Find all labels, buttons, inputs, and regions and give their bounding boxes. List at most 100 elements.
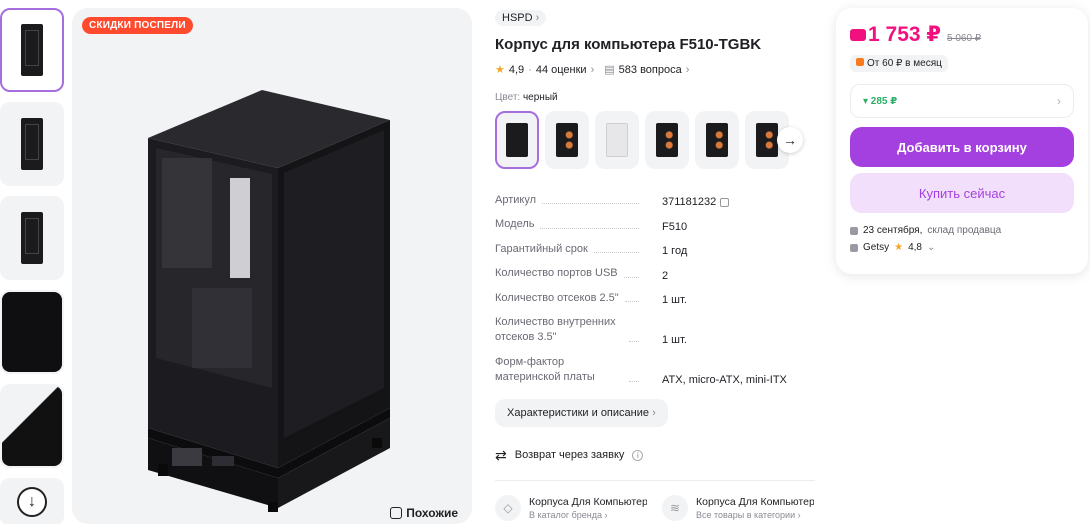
delivery-source: склад продавца [927, 225, 1002, 236]
case-thumb-image [21, 212, 43, 264]
spec-row: Гарантийный срок 1 год [495, 242, 815, 257]
category-link[interactable]: ≋ Корпуса Для Компьютеров Все товары в к… [662, 494, 815, 521]
spec-key: Артикул [495, 194, 537, 206]
installment-icon [856, 58, 864, 66]
category-sub: Все товары в категории › [696, 509, 801, 520]
spec-row: Количество внутренних отсеков 3.5" 1 шт. [495, 315, 815, 346]
add-to-cart-button[interactable]: Добавить в корзину [850, 127, 1074, 167]
sale-badge: СКИДКИ ПОСПЕЛИ [82, 17, 193, 34]
fan-case-icon [756, 123, 778, 157]
return-info: ⇄ Возврат через заявку i [495, 447, 815, 464]
fan-case-icon [706, 123, 728, 157]
category-title: Корпуса Для Компьютеров [529, 495, 647, 508]
return-text: Возврат через заявку [514, 449, 625, 462]
chevron-down-icon: ⌄ [927, 242, 936, 253]
info-icon[interactable]: i [632, 449, 644, 461]
tag-icon: ◇ [495, 494, 521, 521]
spec-key: Модель [495, 218, 535, 231]
layers-icon: ≋ [662, 494, 688, 521]
rating-row: ★ 4,9 · 44 оценки › ▤ 583 вопроса › [495, 63, 690, 77]
brand-catalog-link[interactable]: ◇ Корпуса Для Компьютеров В каталог брен… [495, 494, 648, 521]
price-row: 1 753 ₽ 5 060 ₽ [850, 22, 1074, 47]
buy-now-button[interactable]: Купить сейчас [850, 173, 1074, 213]
divider [495, 479, 815, 481]
color-label: Цвет: черный [495, 92, 815, 103]
spec-value: 1 шт. [662, 333, 687, 346]
return-arrows-icon: ⇄ [495, 446, 507, 463]
spec-value: 371181232 [662, 196, 717, 209]
similar-button[interactable]: Похожие [390, 506, 458, 520]
color-swatch[interactable] [595, 111, 639, 169]
old-price: 5 060 ₽ [947, 33, 982, 44]
delivery-info: 23 сентября, склад продавца [850, 225, 1074, 236]
thumbnail[interactable] [0, 290, 64, 374]
product-info: HSPD › Корпус для компьютера F510-TGBK ★… [495, 8, 815, 521]
arrow-right-icon[interactable]: → [777, 127, 803, 153]
spec-key: Количество портов USB [495, 267, 618, 280]
fan-case-icon [656, 123, 678, 157]
copy-icon[interactable] [720, 197, 730, 207]
reviews-link[interactable]: 44 оценки [536, 64, 587, 76]
delivery-icon [850, 226, 858, 235]
rating-value: 4,9 [508, 63, 525, 76]
thumbnails-scroll-down-button[interactable]: ↓ [0, 478, 64, 524]
delivery-date: 23 сентября, [863, 225, 923, 236]
brand-chip[interactable]: HSPD › [495, 10, 547, 26]
thumbnail[interactable] [0, 384, 64, 468]
bonus-value: ▾ 285 ₽ [863, 95, 898, 107]
spec-value: 2 [662, 269, 669, 282]
chevron-right-icon: › [1057, 94, 1061, 108]
spec-row: Количество портов USB 2 [495, 266, 815, 281]
white-case-icon [606, 123, 628, 157]
case-thumb-image [21, 118, 43, 170]
category-links: ◇ Корпуса Для Компьютеров В каталог брен… [495, 494, 815, 521]
bonus-row[interactable]: ▾ 285 ₽ › [850, 84, 1074, 118]
color-swatch[interactable] [695, 111, 739, 169]
spec-value: 1 шт. [662, 293, 687, 306]
spec-row: Артикул 371181232 [495, 193, 815, 208]
price: 1 753 ₽ [850, 22, 941, 47]
questions-link[interactable]: 583 вопроса [619, 64, 682, 76]
category-sub: В каталог бренда › [529, 509, 608, 520]
installment-text: От 60 ₽ в месяц [867, 58, 942, 69]
color-swatch[interactable] [545, 111, 589, 169]
case-corner-thumb-image [2, 386, 62, 466]
thumbnail[interactable] [0, 102, 64, 186]
shop-icon [850, 243, 858, 252]
spec-row: Форм-фактор материнской платы ATX, micro-… [495, 355, 815, 386]
product-title: Корпус для компьютера F510-TGBK [495, 36, 762, 53]
wallet-icon [850, 29, 866, 41]
product-main-image[interactable]: СКИДКИ ПОСПЕЛИ Похожие [72, 8, 472, 524]
arrow-down-icon: ↓ [17, 487, 47, 517]
similar-icon [390, 507, 403, 519]
category-title: Корпуса Для Компьютеров [696, 495, 814, 508]
specs-list: Артикул 371181232 Модель F510 Гарантийный … [495, 193, 815, 386]
star-icon: ★ [894, 242, 904, 253]
fan-case-icon [556, 123, 578, 157]
installment-chip[interactable]: От 60 ₽ в месяц [850, 55, 948, 72]
characteristics-button[interactable]: Характеристики и описание › [495, 398, 668, 427]
spec-value: ATX, micro-ATX, mini-ITX [662, 373, 787, 386]
spec-key: Форм-фактор материнской платы [495, 355, 595, 384]
color-swatch[interactable] [645, 111, 689, 169]
star-icon: ★ [495, 64, 505, 76]
brand-name: HSPD [502, 12, 533, 24]
price-value: 1 753 ₽ [868, 23, 941, 46]
color-swatch[interactable] [495, 111, 539, 169]
spec-value: 1 год [662, 245, 688, 258]
thumbnail[interactable] [0, 8, 64, 92]
color-label-text: Цвет: [495, 92, 521, 103]
seller-info[interactable]: Getsy ★ 4,8 ⌄ [850, 242, 1074, 253]
thumbnail[interactable] [0, 196, 64, 280]
spec-value: F510 [662, 220, 688, 233]
seller-name: Getsy [863, 242, 890, 253]
spec-key: Количество внутренних отсеков 3.5" [495, 315, 616, 344]
characteristics-label: Характеристики и описание [507, 406, 649, 419]
case-thumb-image [21, 24, 43, 76]
color-value: черный [522, 92, 558, 103]
thumbnail-list: ↓ [0, 8, 68, 524]
spec-row: Количество отсеков 2.5" 1 шт. [495, 291, 815, 306]
spec-row: Модель F510 [495, 217, 815, 232]
case-detail-thumb-image [2, 292, 62, 372]
seller-rating: 4,8 [908, 242, 922, 253]
